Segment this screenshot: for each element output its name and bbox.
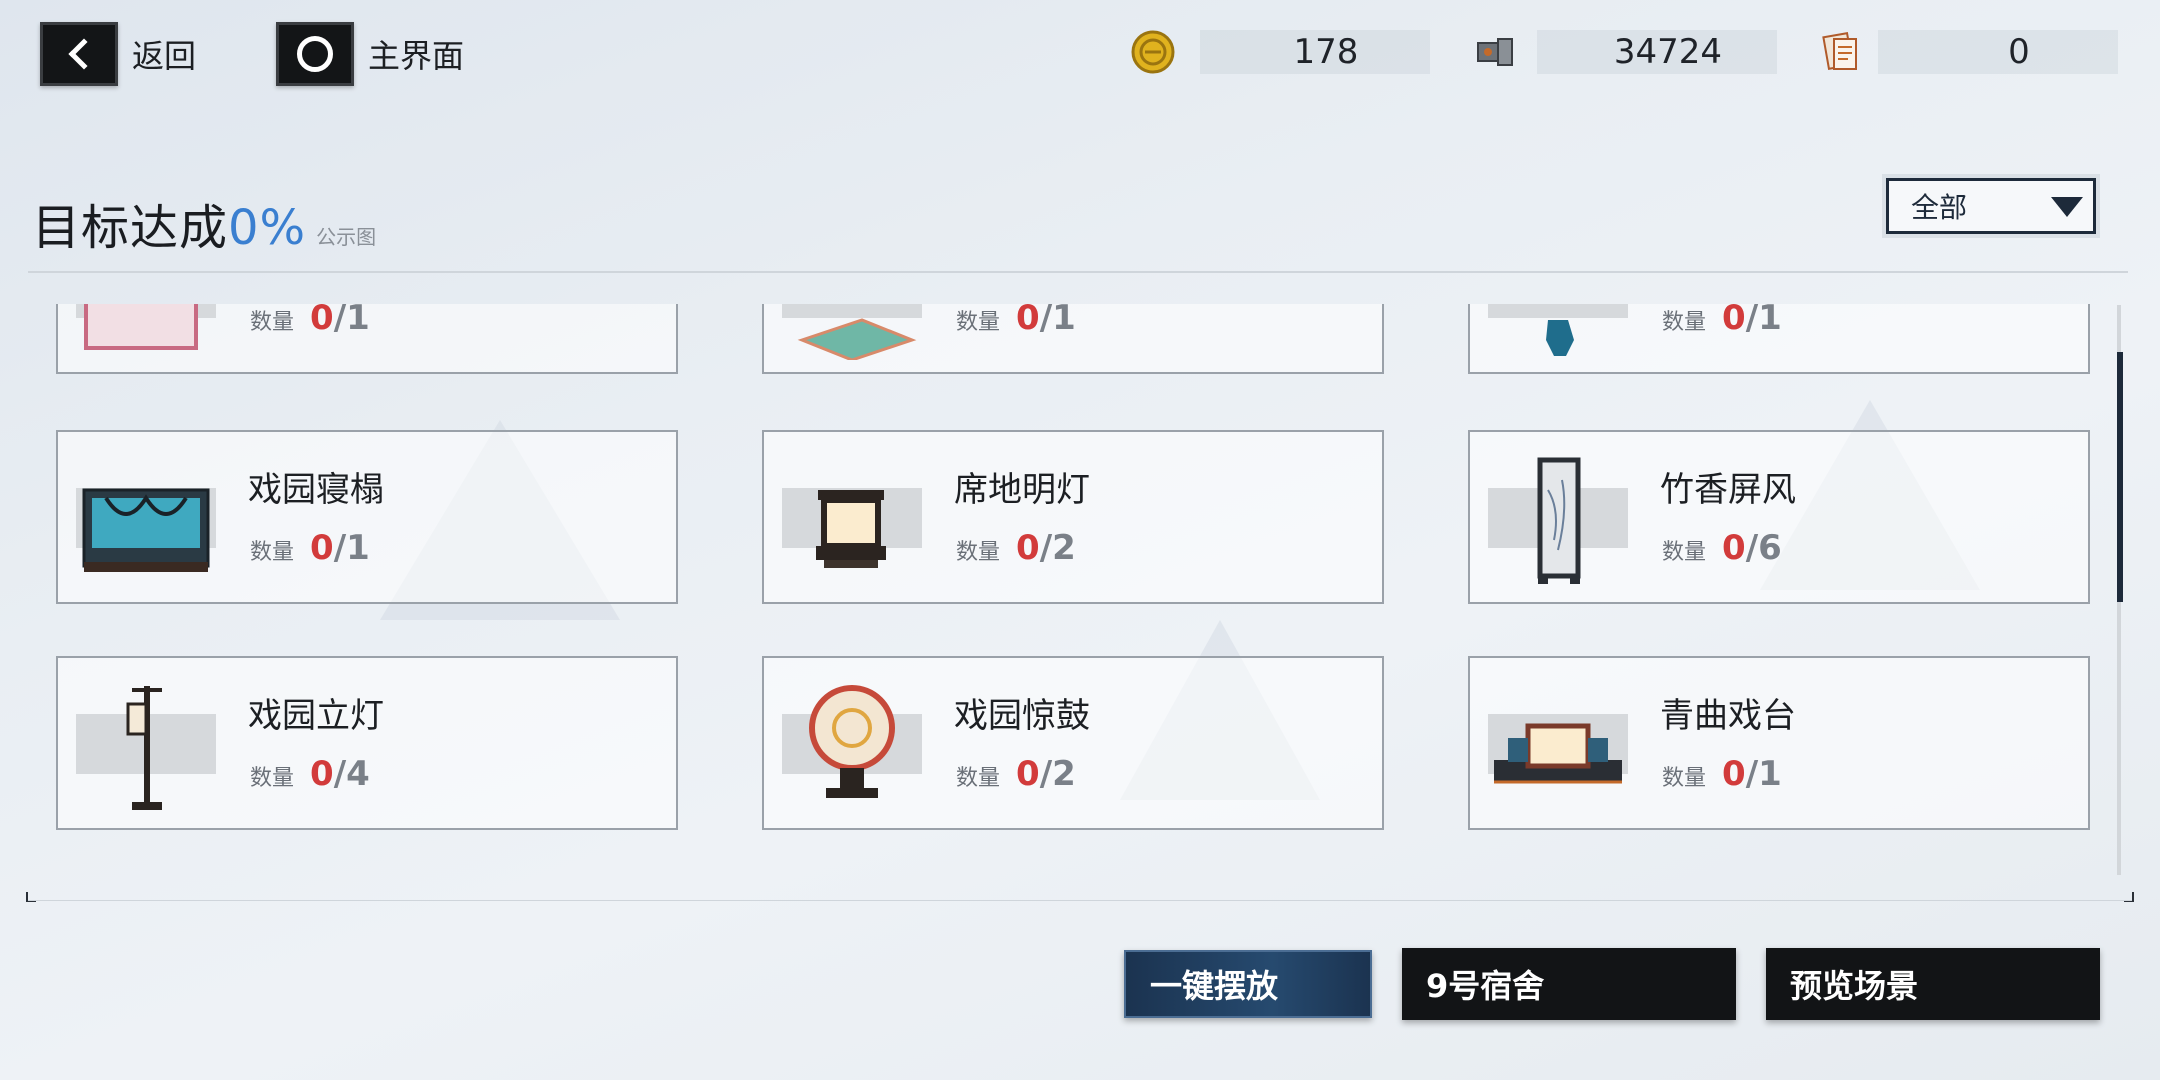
home-icon <box>276 22 354 86</box>
furniture-card[interactable]: 戏园寝榻 数量 0 /1 <box>56 430 678 604</box>
carpet-icon <box>797 318 917 360</box>
furniture-card[interactable]: 数量 0 /1 <box>56 304 678 374</box>
gold-value: 178 <box>1293 32 1359 72</box>
filter-value: 全部 <box>1911 191 1968 224</box>
item-name: 席地明灯 <box>954 470 1090 510</box>
parts-icon <box>1477 38 1513 66</box>
completion-percent: 0% <box>228 200 307 256</box>
page-title: 目标达成0% 公示图 <box>32 188 376 258</box>
item-name: 戏园惊鼓 <box>954 696 1090 736</box>
item-name: 青曲戏台 <box>1660 696 1796 736</box>
filter-dropdown[interactable]: 全部 <box>1886 178 2096 234</box>
item-name: 戏园立灯 <box>248 696 384 736</box>
quantity: 数量 0 /1 <box>250 304 370 338</box>
resource-parts: 34724 <box>1472 30 1777 74</box>
furniture-card[interactable]: 数量 0 /1 <box>762 304 1384 374</box>
home-button[interactable]: 主界面 <box>276 22 464 86</box>
item-name: 竹香屏风 <box>1660 470 1796 510</box>
pink-panel-icon <box>84 304 198 350</box>
chevron-down-icon <box>2051 197 2083 217</box>
stage-icon <box>1494 723 1622 784</box>
furniture-card[interactable]: 青曲戏台 数量 0 /1 <box>1468 656 2090 830</box>
dorm-label: 9号宿舍 <box>1426 967 1545 1005</box>
document-icon <box>1822 32 1857 70</box>
title-subtitle: 公示图 <box>316 225 377 249</box>
quantity: 数量 0 /1 <box>956 304 1076 338</box>
place-all-button[interactable]: 一键摆放 <box>1124 950 1372 1018</box>
title-text: 目标达成 <box>32 200 229 256</box>
place-all-label: 一键摆放 <box>1150 967 1279 1005</box>
blue-ornament-icon <box>1546 320 1574 356</box>
furniture-card[interactable]: 戏园惊鼓 数量 0 /2 <box>762 656 1384 830</box>
furniture-list[interactable]: 数量 0 /1 数量 0 /1 数量 0 /1 戏园寝榻 数量 0 /1 席地明… <box>0 304 2160 884</box>
parts-value: 34724 <box>1613 32 1723 72</box>
back-button[interactable]: 返回 <box>40 22 196 86</box>
documents-value: 0 <box>2008 32 2030 72</box>
floor-lamp-icon <box>816 490 886 568</box>
back-label: 返回 <box>132 37 197 75</box>
item-name: 戏园寝榻 <box>248 470 384 510</box>
furniture-card[interactable]: 席地明灯 数量 0 /2 <box>762 430 1384 604</box>
resource-gold: 178 <box>1130 30 1430 74</box>
list-bottom-divider <box>28 900 2132 901</box>
quantity: 数量 0 /6 <box>1662 528 1782 568</box>
preview-scene-button[interactable]: 预览场景 <box>1766 948 2100 1020</box>
quantity: 数量 0 /1 <box>1662 304 1782 338</box>
drum-icon <box>809 685 895 798</box>
quantity: 数量 0 /2 <box>956 528 1076 568</box>
quantity: 数量 0 /2 <box>956 754 1076 794</box>
dorm-button[interactable]: 9号宿舍 <box>1402 948 1736 1020</box>
scrollbar-thumb[interactable] <box>2117 352 2123 602</box>
header-divider <box>28 271 2128 273</box>
folding-screen-icon <box>1537 457 1581 584</box>
back-icon <box>40 22 118 86</box>
furniture-card[interactable]: 竹香屏风 数量 0 /6 <box>1468 430 2090 604</box>
resource-documents: 0 <box>1818 30 2118 74</box>
furniture-card[interactable]: 数量 0 /1 <box>1468 304 2090 374</box>
quantity: 数量 0 /1 <box>250 528 370 568</box>
quantity: 数量 0 /1 <box>1662 754 1782 794</box>
home-label: 主界面 <box>368 37 465 75</box>
bed-icon <box>82 488 210 572</box>
gold-coin-icon <box>1131 30 1175 74</box>
furniture-card[interactable]: 戏园立灯 数量 0 /4 <box>56 656 678 830</box>
preview-label: 预览场景 <box>1790 967 1919 1005</box>
quantity: 数量 0 /4 <box>250 754 370 794</box>
standing-lantern-icon <box>126 686 162 810</box>
